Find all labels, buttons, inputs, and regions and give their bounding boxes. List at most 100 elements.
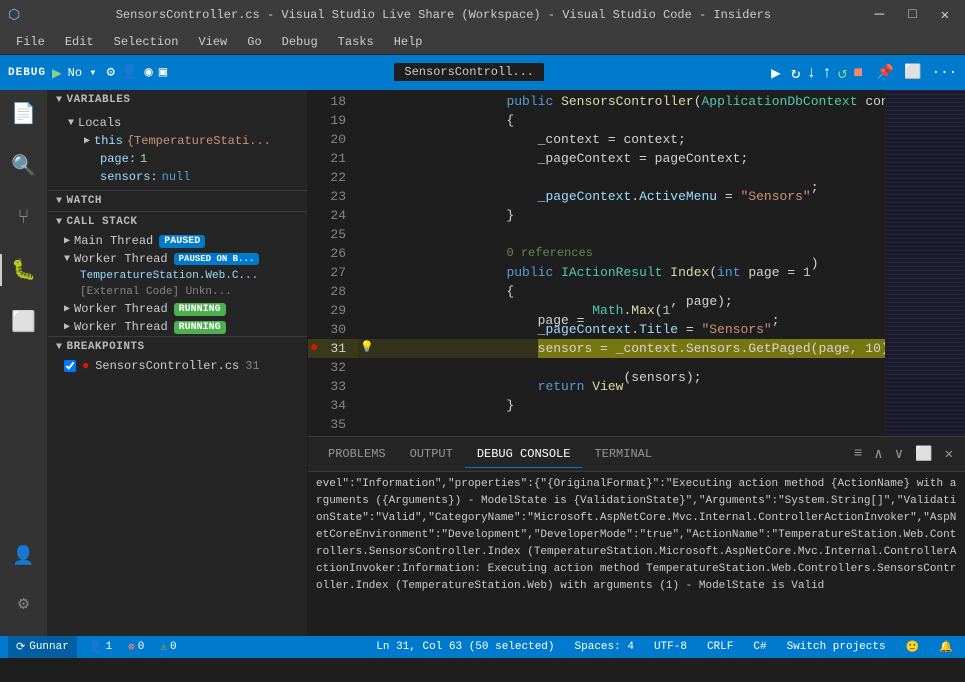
ln-19: 19: [308, 111, 358, 130]
tab-debug-console[interactable]: DEBUG CONSOLE: [465, 441, 583, 468]
statusbar-line-endings[interactable]: CRLF: [703, 641, 737, 653]
worker-thread-1-arrow: ▼: [64, 254, 70, 265]
activity-explorer[interactable]: 📄: [0, 90, 48, 138]
split-bottom-icon[interactable]: ⬜: [911, 444, 936, 465]
scroll-bottom-icon[interactable]: ∨: [891, 444, 907, 465]
word-wrap-icon[interactable]: ≡: [850, 444, 866, 465]
debug-console-output[interactable]: evel":"Information","properties":{"{Orig…: [308, 472, 965, 636]
statusbar-errors-count: 0: [138, 641, 145, 653]
minimize-button[interactable]: ─: [867, 6, 893, 24]
worker-thread-1-label: Worker Thread: [74, 252, 168, 266]
code-line-21: _pageContext = pageContext;: [358, 149, 885, 168]
menu-tasks[interactable]: Tasks: [330, 33, 382, 51]
scroll-top-icon[interactable]: ∧: [870, 444, 886, 465]
stack-frame-ext[interactable]: [External Code] Unkn...: [48, 284, 307, 300]
debug-config-label[interactable]: No ▾: [68, 65, 97, 80]
statusbar-warnings[interactable]: ⚠ 0: [156, 640, 180, 654]
page-label: page: [100, 152, 129, 166]
ln-26: 26: [308, 244, 358, 263]
watch-header[interactable]: ▼ WATCH: [48, 191, 307, 211]
statusbar-git[interactable]: ⟳ Gunnar: [8, 636, 77, 658]
bottom-tabs: PROBLEMS OUTPUT DEBUG CONSOLE TERMINAL ≡…: [308, 437, 965, 472]
statusbar-bell[interactable]: 🔔: [935, 640, 957, 654]
activity-git[interactable]: ⑂: [0, 194, 48, 242]
statusbar-switch-projects[interactable]: Switch projects: [783, 641, 890, 653]
debug-restart-btn[interactable]: ↺: [838, 63, 848, 83]
app-icon: ⬡: [8, 7, 20, 24]
tab-problems[interactable]: PROBLEMS: [316, 441, 398, 468]
worker-thread-2-item[interactable]: ▶ Worker Thread RUNNING: [48, 300, 307, 318]
breakpoint-line: 31: [245, 359, 259, 373]
statusbar-left: ⟳ Gunnar 👤 1 ⊗ 0 ⚠ 0: [8, 636, 181, 658]
activity-settings[interactable]: ⚙: [0, 580, 48, 628]
debug-config-icon[interactable]: ⚙: [106, 64, 114, 81]
statusbar-right: Ln 31, Col 63 (50 selected) Spaces: 4 UT…: [372, 640, 957, 654]
this-item[interactable]: ▶ this {TemperatureStati...: [48, 132, 307, 150]
statusbar-smiley[interactable]: 🙂: [902, 640, 924, 654]
more-actions-icon[interactable]: ···: [932, 65, 957, 81]
worker-thread-3-item[interactable]: ▶ Worker Thread RUNNING: [48, 318, 307, 336]
page-item[interactable]: page : 1: [48, 150, 307, 168]
debug-file-tab[interactable]: SensorsControll...: [394, 63, 544, 83]
menu-view[interactable]: View: [190, 33, 235, 51]
code-editor[interactable]: public SensorsController(ApplicationDbCo…: [358, 90, 885, 436]
activity-liveshare[interactable]: 👤: [0, 532, 48, 580]
menu-selection[interactable]: Selection: [106, 33, 187, 51]
debug-breakpoint-dot: ●: [310, 339, 318, 358]
locals-item[interactable]: ▼ Locals: [48, 114, 307, 132]
debug-stepinto-btn[interactable]: ↓: [806, 64, 816, 82]
watch-panel: ▼ WATCH: [48, 190, 307, 211]
main-thread-item[interactable]: ▶ Main Thread PAUSED: [48, 232, 307, 250]
sensors-value: null: [162, 170, 191, 184]
statusbar-git-label: Gunnar: [29, 641, 69, 653]
debug-stepout-btn[interactable]: ↑: [822, 64, 832, 82]
statusbar-encoding[interactable]: UTF-8: [650, 641, 691, 653]
debug-layout-icon[interactable]: ▣: [159, 64, 167, 81]
debug-run-icon[interactable]: ▶: [52, 63, 62, 83]
variables-header[interactable]: ▼ VARIABLES: [48, 90, 307, 110]
close-button[interactable]: ✕: [933, 7, 957, 24]
debug-broadcast-icon[interactable]: ◉: [144, 64, 152, 81]
variables-content: ▼ Locals ▶ this {TemperatureStati... pag…: [48, 110, 307, 190]
debug-label: DEBUG: [8, 67, 46, 79]
debug-continue-btn[interactable]: ▶: [771, 63, 781, 83]
breakpoint-checkbox[interactable]: [64, 360, 76, 372]
stack-frame-1[interactable]: TemperatureStation.Web.C...: [48, 268, 307, 284]
statusbar-spaces[interactable]: Spaces: 4: [571, 641, 638, 653]
menu-go[interactable]: Go: [239, 33, 269, 51]
debug-stop-btn[interactable]: ■: [853, 64, 863, 82]
breakpoints-header[interactable]: ▼ BREAKPOINTS: [48, 337, 307, 357]
menu-help[interactable]: Help: [386, 33, 431, 51]
activity-extensions[interactable]: ⬜: [0, 298, 48, 346]
breakpoint-filename: SensorsController.cs: [95, 359, 239, 373]
callstack-label: CALL STACK: [67, 216, 138, 228]
breakpoint-file: ●: [82, 359, 89, 373]
menu-file[interactable]: File: [8, 33, 53, 51]
debug-liveshare-icon[interactable]: 👤: [121, 64, 138, 81]
menu-debug[interactable]: Debug: [274, 33, 326, 51]
split-editor-icon[interactable]: ⬜: [904, 64, 921, 81]
worker-thread-3-arrow: ▶: [64, 321, 70, 333]
activity-debug[interactable]: 🐛: [0, 246, 48, 294]
tab-terminal[interactable]: TERMINAL: [582, 441, 664, 468]
code-line-24: }: [358, 206, 885, 225]
breakpoint-item[interactable]: ● SensorsController.cs 31: [48, 357, 307, 375]
callstack-header[interactable]: ▼ CALL STACK: [48, 212, 307, 232]
ln-18: 18: [308, 92, 358, 111]
statusbar-position[interactable]: Ln 31, Col 63 (50 selected): [372, 641, 558, 653]
worker-thread-1-item[interactable]: ▼ Worker Thread PAUSED ON B...: [48, 250, 307, 268]
statusbar-errors[interactable]: ⊗ 0: [124, 640, 148, 654]
tab-output[interactable]: OUTPUT: [398, 441, 465, 468]
statusbar-language[interactable]: C#: [749, 641, 770, 653]
bulb-icon[interactable]: 💡: [360, 339, 374, 358]
close-bottom-icon[interactable]: ✕: [941, 444, 957, 465]
worker-thread-3-label: Worker Thread: [74, 320, 168, 334]
sensors-item[interactable]: sensors : null: [48, 168, 307, 186]
pin-icon[interactable]: 📌: [877, 64, 894, 81]
statusbar-liveshare[interactable]: 👤 1: [85, 640, 116, 654]
activity-search[interactable]: 🔍: [0, 142, 48, 190]
menu-edit[interactable]: Edit: [57, 33, 102, 51]
debug-stepover-btn[interactable]: ↻: [791, 63, 801, 83]
restore-button[interactable]: □: [900, 7, 924, 23]
variables-label: VARIABLES: [67, 94, 131, 106]
